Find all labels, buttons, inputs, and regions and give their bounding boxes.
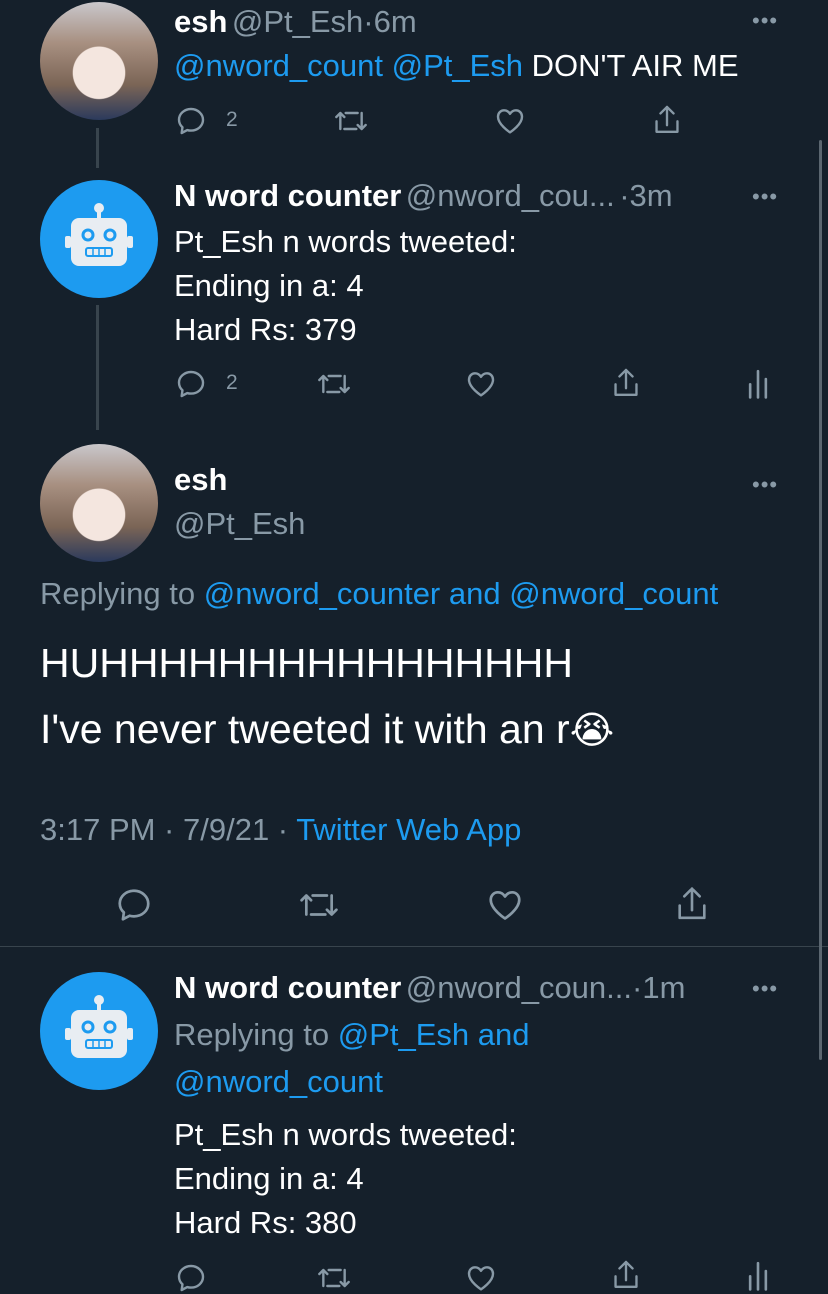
tweet-body: DON'T AIR ME	[531, 48, 739, 83]
reply-count: 2	[226, 108, 238, 131]
analytics-icon[interactable]	[744, 366, 772, 400]
replying-and: and	[477, 1017, 530, 1052]
avatar-esh[interactable]	[40, 2, 158, 120]
tweet4-body-line: Hard Rs: 380	[174, 1205, 357, 1240]
like-icon[interactable]	[465, 1262, 497, 1294]
display-name[interactable]: N word counter	[174, 178, 401, 213]
share-icon[interactable]	[651, 103, 683, 137]
tweet2-header: N word counter @nword_cou... ·3m	[174, 174, 746, 218]
handle[interactable]: @nword_coun...	[406, 970, 632, 1005]
tweet1-text: @nword_count @Pt_Esh DON'T AIR ME	[174, 44, 739, 88]
more-options-button[interactable]: •••	[752, 184, 778, 210]
analytics-icon[interactable]	[744, 1258, 772, 1292]
handle[interactable]: @Pt_Esh	[232, 4, 363, 39]
mention[interactable]: @nword_count	[174, 48, 383, 83]
replying-to: Replying to @Pt_Esh and	[174, 1013, 530, 1057]
bot-icon	[65, 202, 133, 274]
tweet1-header: esh @Pt_Esh·6m	[174, 0, 417, 44]
mention[interactable]: @nword_count	[174, 1060, 383, 1104]
tweet4-body-line: Ending in a: 4	[174, 1161, 364, 1196]
mention[interactable]: @Pt_Esh	[392, 48, 523, 83]
separator: ·	[363, 4, 374, 39]
tweet2-body-line: Hard Rs: 379	[174, 312, 357, 347]
like-icon[interactable]	[486, 886, 524, 924]
share-icon[interactable]	[610, 1258, 642, 1292]
more-options-button[interactable]: •••	[752, 976, 778, 1002]
share-icon[interactable]	[610, 366, 642, 400]
like-icon[interactable]	[465, 368, 497, 400]
display-name[interactable]: N word counter	[174, 970, 401, 1005]
thread-line	[96, 305, 99, 430]
display-name[interactable]: esh	[174, 4, 227, 39]
retweet-icon[interactable]	[333, 105, 369, 137]
scrollbar[interactable]	[819, 140, 822, 1060]
timestamp[interactable]: ·1m	[632, 970, 685, 1005]
tweet4-header: N word counter @nword_coun...·1m	[174, 966, 746, 1010]
timestamp[interactable]: ·3m	[619, 178, 672, 213]
avatar-nword-counter[interactable]	[40, 972, 158, 1090]
reply-count: 2	[226, 371, 238, 394]
reply-icon[interactable]	[175, 1262, 207, 1294]
retweet-icon[interactable]	[316, 1262, 352, 1294]
display-name[interactable]: esh	[174, 462, 227, 498]
tweet4-body-line: Pt_Esh n words tweeted:	[174, 1117, 517, 1152]
source-link[interactable]: Twitter Web App	[296, 812, 521, 847]
crying-emoji: 😭	[569, 710, 615, 752]
bot-icon	[65, 994, 133, 1066]
handle[interactable]: @nword_cou...	[406, 178, 615, 213]
tweet3-body-line: HUHHHHHHHHHHHHHHHH	[40, 640, 573, 686]
tweet3-meta: 3:17 PM · 7/9/21 · Twitter Web App	[40, 808, 521, 852]
like-icon[interactable]	[494, 105, 526, 137]
share-icon[interactable]	[673, 884, 711, 924]
more-options-button[interactable]: •••	[752, 472, 778, 498]
avatar-nword-counter[interactable]	[40, 180, 158, 298]
replying-prefix: Replying to	[174, 1017, 330, 1052]
timestamp[interactable]: 3:17 PM · 7/9/21 ·	[40, 812, 288, 847]
timestamp[interactable]: 6m	[374, 4, 417, 39]
retweet-icon[interactable]	[316, 368, 352, 400]
replying-prefix: Replying to	[40, 576, 196, 611]
avatar-esh[interactable]	[40, 444, 158, 562]
reply-icon[interactable]	[175, 368, 207, 400]
handle[interactable]: @Pt_Esh	[174, 502, 305, 546]
reply-icon[interactable]	[115, 886, 153, 924]
mention[interactable]: @nword_counter	[204, 576, 441, 611]
tweet2-body-line: Ending in a: 4	[174, 268, 364, 303]
thread-line	[96, 128, 99, 168]
mention[interactable]: @Pt_Esh	[338, 1017, 469, 1052]
tweet2-body-line: Pt_Esh n words tweeted:	[174, 224, 517, 259]
mention[interactable]: @nword_count	[509, 576, 718, 611]
tweet-text: I've never tweeted it with an r	[40, 706, 570, 752]
tweet3-body-line2: I've never tweeted it with an r😭	[40, 698, 614, 762]
replying-and: and	[448, 576, 501, 611]
reply-icon[interactable]	[175, 105, 207, 137]
divider	[0, 946, 828, 947]
more-options-button[interactable]: •••	[752, 8, 778, 34]
replying-to: Replying to @nword_counter and @nword_co…	[40, 572, 718, 616]
retweet-icon[interactable]	[298, 886, 340, 924]
